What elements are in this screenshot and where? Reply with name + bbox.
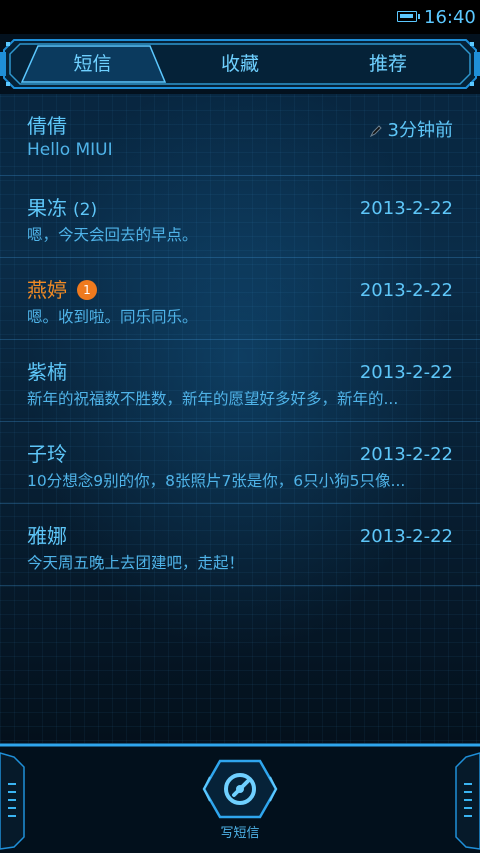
draft-pencil-icon bbox=[369, 125, 382, 137]
tab-bar: 短信 收藏 推荐 bbox=[0, 34, 480, 94]
conversation-list: 倩倩 3分钟前 Hello MIUI 果冻 (2) 2013-2-22 嗯，今天会… bbox=[0, 94, 480, 586]
conversation-row[interactable]: 子玲 2013-2-22 10分想念9别的你，8张照片7张是你，6只小狗5只像.… bbox=[0, 422, 480, 504]
compose-button[interactable] bbox=[200, 757, 280, 821]
tab-favorites[interactable]: 收藏 bbox=[190, 48, 290, 80]
message-preview: 嗯。收到啦。同乐同乐。 bbox=[27, 308, 198, 326]
conversation-row[interactable]: 紫楠 2013-2-22 新年的祝福数不胜数，新年的愿望好多好多，新年的... bbox=[0, 340, 480, 422]
message-preview: 嗯，今天会回去的早点。 bbox=[27, 226, 198, 244]
message-date: 2013-2-22 bbox=[359, 362, 453, 383]
contact-name: 果冻 (2) bbox=[27, 192, 97, 221]
status-time: 16:40 bbox=[424, 7, 476, 28]
tab-sms[interactable]: 短信 bbox=[40, 48, 145, 80]
contact-name-text: 果冻 bbox=[27, 196, 67, 220]
contact-name: 紫楠 bbox=[27, 360, 67, 384]
compose-icon bbox=[202, 759, 278, 819]
bottom-bar: 写短信 bbox=[0, 743, 480, 853]
message-preview: 新年的祝福数不胜数，新年的愿望好多好多，新年的... bbox=[27, 390, 399, 408]
conversation-row[interactable]: 倩倩 3分钟前 Hello MIUI bbox=[0, 94, 480, 176]
conversation-row[interactable]: 燕婷 1 2013-2-22 嗯。收到啦。同乐同乐。 bbox=[0, 258, 480, 340]
message-preview: Hello MIUI bbox=[27, 140, 113, 160]
status-bar: 16:40 bbox=[0, 0, 480, 34]
conversation-row[interactable]: 果冻 (2) 2013-2-22 嗯，今天会回去的早点。 bbox=[0, 176, 480, 258]
message-date: 2013-2-22 bbox=[359, 280, 453, 301]
contact-name: 雅娜 bbox=[27, 524, 67, 548]
compose-label: 写短信 bbox=[220, 826, 260, 841]
conversation-row[interactable]: 雅娜 2013-2-22 今天周五晚上去团建吧，走起！ bbox=[0, 504, 480, 586]
message-preview: 10分想念9别的你，8张照片7张是你，6只小狗5只像... bbox=[27, 472, 406, 490]
message-date-text: 3分钟前 bbox=[387, 120, 453, 141]
message-date: 2013-2-22 bbox=[359, 198, 453, 219]
unread-badge: 1 bbox=[77, 280, 97, 300]
message-date: 3分钟前 bbox=[369, 116, 453, 142]
contact-name: 燕婷 1 bbox=[27, 274, 97, 303]
message-date: 2013-2-22 bbox=[359, 526, 453, 547]
contact-name: 倩倩 bbox=[27, 114, 67, 138]
tab-recommended[interactable]: 推荐 bbox=[338, 48, 438, 80]
message-count: (2) bbox=[73, 200, 98, 220]
message-preview: 今天周五晚上去团建吧，走起！ bbox=[27, 554, 245, 572]
contact-name-text: 燕婷 bbox=[27, 278, 67, 302]
battery-icon bbox=[397, 11, 420, 22]
message-date: 2013-2-22 bbox=[359, 444, 453, 465]
contact-name: 子玲 bbox=[27, 442, 67, 466]
